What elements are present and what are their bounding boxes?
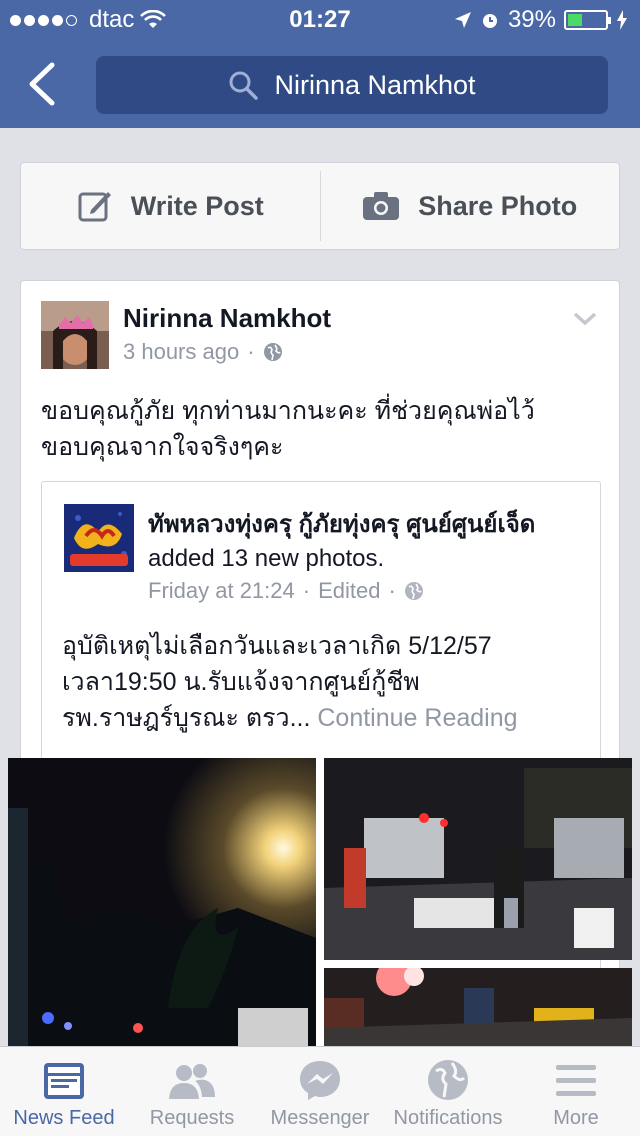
bottom-tab-bar: News Feed Requests Messenger Notificatio…: [0, 1046, 640, 1136]
search-icon: [229, 71, 259, 100]
write-post-button[interactable]: Write Post: [21, 163, 320, 249]
chevron-left-icon: [29, 62, 55, 106]
navigation-bar: dtac 01:27 39% Nirinna Namkhot: [0, 0, 640, 128]
post-photo[interactable]: [324, 758, 632, 960]
globe-icon: [428, 1060, 468, 1100]
search-query: Nirinna Namkhot: [274, 69, 476, 100]
tab-label: More: [553, 1107, 599, 1129]
tab-label: Notifications: [393, 1107, 503, 1129]
status-bar: dtac 01:27 39%: [0, 0, 640, 40]
location-arrow-icon: [454, 12, 471, 28]
shared-story-title: ทัพหลวงทุ่งครุ กู้ภัยทุ่งครุ ศูนย์ศูนย์เ…: [148, 508, 588, 576]
friend-requests-icon: [169, 1064, 215, 1099]
globe-privacy-icon: [404, 582, 423, 600]
post-body-text: ขอบคุณกู้ภัย ทุกท่านมากนะคะ ที่ช่วยคุณพ่…: [41, 397, 535, 461]
post-photo[interactable]: [324, 968, 632, 1058]
battery-percent: 39%: [507, 6, 556, 33]
share-photo-label: Share Photo: [418, 190, 578, 221]
post-photo[interactable]: [8, 758, 316, 1058]
shared-page-name[interactable]: ทัพหลวงทุ่งครุ กู้ภัยทุ่งครุ ศูนย์ศูนย์เ…: [148, 511, 535, 538]
search-field[interactable]: Nirinna Namkhot: [96, 56, 608, 114]
shared-action-text: added 13 new photos.: [148, 545, 385, 572]
tab-label: Requests: [149, 1107, 235, 1129]
messenger-icon: [300, 1061, 340, 1100]
shared-story-text: อุบัติเหตุไม่เลือกวันและเวลาเกิด 5/12/57…: [62, 628, 592, 736]
tab-label: News Feed: [13, 1107, 115, 1129]
shared-timestamp[interactable]: Friday at 21:24: [148, 578, 295, 604]
camera-icon: [363, 192, 400, 220]
tab-notifications[interactable]: Notifications: [384, 1047, 512, 1136]
back-button[interactable]: [26, 62, 66, 106]
pencil-edit-icon: [78, 192, 111, 222]
chevron-down-icon: [573, 312, 597, 326]
edited-label[interactable]: Edited: [318, 578, 380, 604]
shared-meta: Friday at 21:24 · Edited ·: [148, 578, 424, 604]
tab-label: Messenger: [270, 1107, 370, 1129]
charging-bolt-icon: [617, 10, 627, 30]
news-feed-icon: [44, 1063, 84, 1099]
post-timestamp[interactable]: 3 hours ago: [123, 339, 239, 365]
author-avatar[interactable]: [41, 301, 109, 369]
meta-separator: ·: [247, 339, 255, 364]
post-meta: 3 hours ago ·: [123, 339, 283, 365]
composer-bar: Write Post Share Photo: [20, 162, 620, 250]
post-options-button[interactable]: [573, 311, 597, 332]
tab-news-feed[interactable]: News Feed: [0, 1047, 128, 1136]
tab-messenger[interactable]: Messenger: [256, 1047, 384, 1136]
menu-icon: [556, 1065, 596, 1096]
battery-icon: [564, 10, 611, 30]
write-post-label: Write Post: [130, 190, 264, 221]
globe-privacy-icon: [263, 343, 282, 361]
tab-more[interactable]: More: [512, 1047, 640, 1136]
share-photo-button[interactable]: Share Photo: [321, 163, 620, 249]
meta-separator: ·: [302, 578, 311, 603]
continue-reading-link[interactable]: Continue Reading: [317, 704, 517, 732]
post-author-name[interactable]: Nirinna Namkhot: [123, 303, 331, 334]
alarm-clock-icon: [482, 14, 497, 28]
tab-requests[interactable]: Requests: [128, 1047, 256, 1136]
meta-separator: ·: [388, 578, 396, 603]
page-profile-picture[interactable]: [64, 504, 134, 572]
